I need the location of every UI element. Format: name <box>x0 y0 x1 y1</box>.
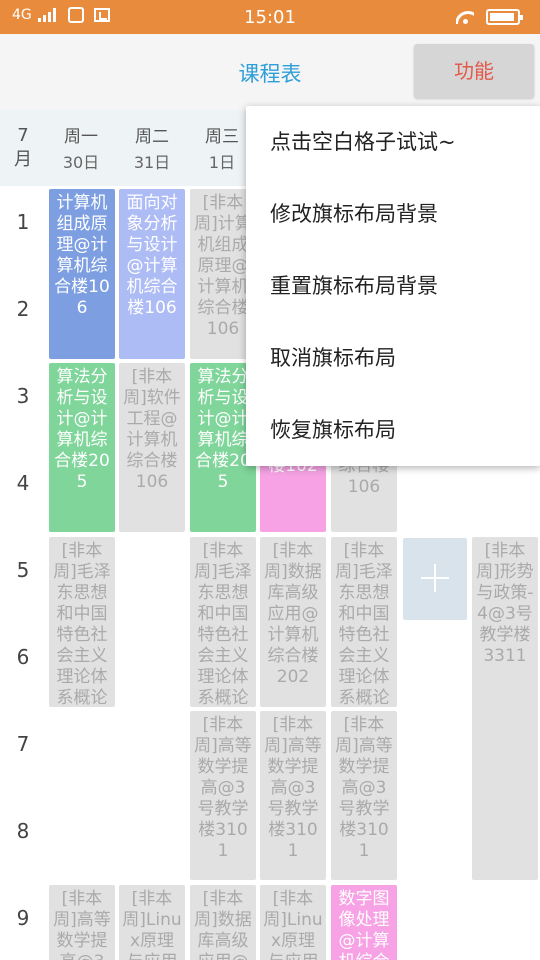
course-card[interactable]: 计算机组成原理@计算机综合楼106 <box>49 189 115 359</box>
course-card[interactable]: [非本周]软件工程@计算机综合楼106 <box>119 363 185 532</box>
function-button[interactable]: 功能 <box>414 44 534 98</box>
course-card[interactable]: [非本周]形势与政策-4@3号教学楼3311 <box>472 537 538 880</box>
course-card[interactable]: [非本周]毛泽东思想和中国特色社会主义理论体系概论 <box>49 537 115 707</box>
course-card[interactable]: [非本周]高等数学提高@3号 <box>49 885 115 960</box>
course-card[interactable]: [非本周]数据库高级应用@计算机综合楼202 <box>260 537 326 707</box>
course-card[interactable]: [非本周]高等数学提高@3号教学楼3101 <box>331 711 397 880</box>
period-number: 5 <box>16 558 30 582</box>
day-name: 周一 <box>64 127 98 147</box>
course-card[interactable]: [非本周]毛泽东思想和中国特色社会主义理论体系概论 <box>331 537 397 707</box>
course-card[interactable]: [非本周]高等数学提高@3号教学楼3101 <box>260 711 326 880</box>
day-date: 30日 <box>62 153 100 172</box>
wifi-icon <box>456 10 474 24</box>
period-number: 2 <box>16 297 30 321</box>
function-menu: 点击空白格子试试~ 修改旗标布局背景 重置旗标布局背景 取消旗标布局 恢复旗标布… <box>246 106 540 466</box>
course-card[interactable]: [非本周]数据库高级应用@ <box>190 885 256 960</box>
app-header: 课程表 功能 <box>0 34 540 110</box>
period-number: 1 <box>16 210 30 234</box>
add-course-plus-icon[interactable] <box>403 538 467 620</box>
menu-item-restore-layout[interactable]: 恢复旗标布局 <box>246 394 540 466</box>
menu-item-edit-background[interactable]: 修改旗标布局背景 <box>246 178 540 250</box>
month-number: 7 <box>17 125 29 146</box>
course-card[interactable]: [非本周]Linux原理与应用 <box>260 885 326 960</box>
menu-item-tip[interactable]: 点击空白格子试试~ <box>246 106 540 178</box>
course-card[interactable]: [非本周]Linux原理与应用 <box>119 885 185 960</box>
month-label: 7 月 <box>0 124 46 172</box>
day-date: 31日 <box>133 153 171 172</box>
course-card[interactable]: [非本周]毛泽东思想和中国特色社会主义理论体系概论 <box>190 537 256 707</box>
period-number: 3 <box>16 384 30 408</box>
menu-item-cancel-layout[interactable]: 取消旗标布局 <box>246 322 540 394</box>
course-card[interactable]: 面向对象分析与设计@计算机综合楼106 <box>119 189 185 359</box>
course-card[interactable]: [非本周]高等数学提高@3号教学楼3101 <box>190 711 256 880</box>
status-bar: 4G 15:01 <box>0 0 540 34</box>
course-card[interactable]: 算法分析与设计@计算机综合楼205 <box>49 363 115 532</box>
day-name: 周二 <box>135 127 169 147</box>
day-header-tue: 周二 31日 <box>117 124 187 176</box>
period-number: 8 <box>16 819 30 843</box>
course-card[interactable]: 数字图像处理@计算机综合 <box>331 885 397 960</box>
menu-item-reset-background[interactable]: 重置旗标布局背景 <box>246 250 540 322</box>
period-number: 7 <box>16 732 30 756</box>
period-number: 9 <box>16 906 30 930</box>
day-header-mon: 周一 30日 <box>46 124 116 176</box>
status-right <box>456 9 523 25</box>
battery-icon <box>486 9 523 25</box>
month-unit: 月 <box>14 149 32 170</box>
period-number: 6 <box>16 645 30 669</box>
period-number: 4 <box>16 471 30 495</box>
